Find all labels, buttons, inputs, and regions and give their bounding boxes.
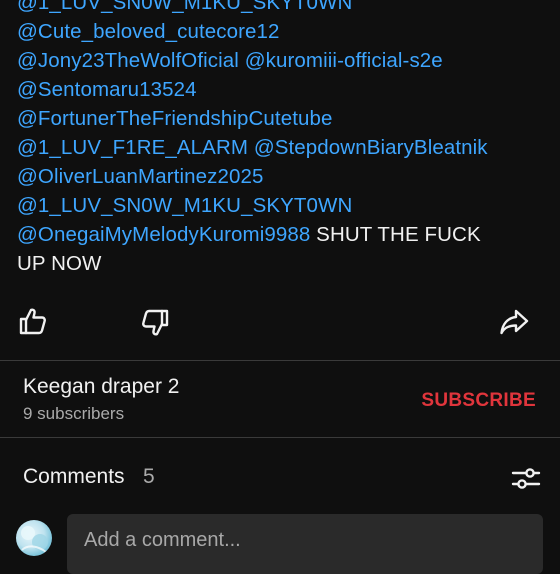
mention-link[interactable]: @OnegaiMyMelodyKuromi9988: [17, 223, 310, 246]
mention-link[interactable]: @Sentomaru13524: [17, 78, 197, 101]
subscribe-button[interactable]: SUBSCRIBE: [421, 390, 536, 412]
thumbs-up-icon: [19, 308, 46, 335]
comments-filter-button[interactable]: [508, 460, 544, 496]
description-line: @Cute_beloved_cutecore12: [17, 17, 547, 46]
add-comment-input[interactable]: Add a comment...: [67, 514, 543, 574]
mention-link[interactable]: @Jony23TheWolfOficial: [17, 49, 239, 72]
description-line: @FortunerTheFriendshipCutetube: [17, 104, 547, 133]
mention-link[interactable]: @kuromiii-official-s2e: [245, 49, 443, 72]
comments-title[interactable]: Comments: [23, 465, 125, 489]
description-line: @1_LUV_SN0W_M1KU_SKYT0WN: [17, 191, 547, 220]
mention-link[interactable]: @OliverLuanMartinez2025: [17, 165, 263, 188]
dislike-button[interactable]: [137, 305, 173, 341]
mention-link[interactable]: @StepdownBiaryBleatnik: [254, 136, 488, 159]
mention-link[interactable]: @1_LUV_F1RE_ALARM: [17, 136, 248, 159]
video-description: @1_LUV_SN0W_M1KU_SKYT0WN @Cute_beloved_cu…: [17, 0, 547, 278]
divider: [0, 437, 560, 438]
share-button[interactable]: [496, 304, 532, 340]
description-line: @1_LUV_SN0W_M1KU_SKYT0WN: [17, 0, 547, 17]
like-button[interactable]: [15, 303, 51, 339]
comments-count: 5: [143, 465, 155, 488]
action-bar: [0, 300, 560, 344]
channel-name[interactable]: Keegan draper 2: [23, 375, 179, 399]
avatar: [16, 520, 52, 556]
description-line: UP NOW: [17, 249, 547, 278]
comment-placeholder: Add a comment...: [84, 529, 241, 551]
mention-link[interactable]: @FortunerTheFriendshipCutetube: [17, 107, 333, 130]
description-text: UP NOW: [17, 252, 102, 275]
user-avatar-icon: [21, 526, 48, 553]
thumbs-down-icon: [142, 309, 169, 336]
divider: [0, 360, 560, 361]
description-line: @OliverLuanMartinez2025: [17, 162, 547, 191]
description-line: @1_LUV_F1RE_ALARM @StepdownBiaryBleatnik: [17, 133, 547, 162]
description-line: @OnegaiMyMelodyKuromi9988 SHUT THE FUCK: [17, 220, 547, 249]
mention-link[interactable]: @1_LUV_SN0W_M1KU_SKYT0WN: [17, 0, 352, 14]
description-text: SHUT THE FUCK: [310, 223, 481, 246]
share-icon: [500, 309, 529, 335]
description-line: @Jony23TheWolfOficial @kuromiii-official…: [17, 46, 547, 75]
description-line: @Sentomaru13524: [17, 75, 547, 104]
mention-link[interactable]: @1_LUV_SN0W_M1KU_SKYT0WN: [17, 194, 352, 217]
sliders-icon: [511, 468, 541, 489]
subscriber-count: 9 subscribers: [23, 404, 125, 423]
mention-link[interactable]: @Cute_beloved_cutecore12: [17, 20, 280, 43]
